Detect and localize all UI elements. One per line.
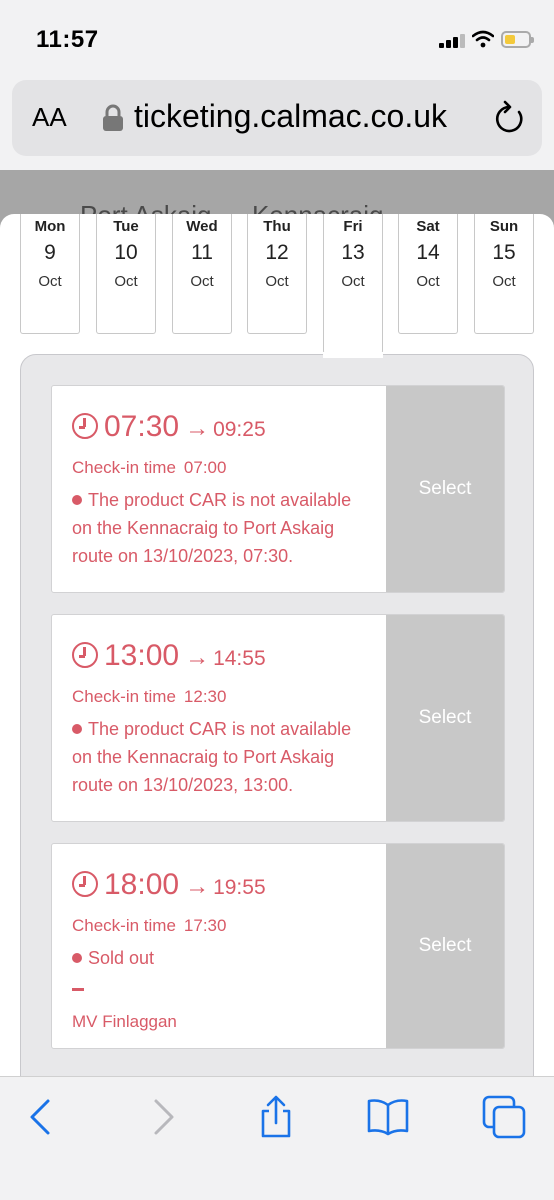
- checkin-time: 07:00: [183, 458, 227, 477]
- wifi-icon: [472, 30, 494, 48]
- day-tab-mon[interactable]: Mon 9 Oct: [20, 214, 80, 334]
- status-bar: 11:57: [0, 0, 554, 74]
- availability-message: Sold out: [72, 944, 372, 972]
- day-number: 13: [341, 241, 365, 264]
- cellular-signal-icon: [439, 34, 465, 48]
- message-text: The product CAR is not available on the …: [72, 719, 352, 795]
- availability-message: The product CAR is not available on the …: [72, 486, 372, 570]
- select-label: Select: [418, 707, 472, 728]
- day-month: Oct: [341, 273, 365, 290]
- checkin-info: Check-in time 07:00: [72, 458, 226, 478]
- day-tab-thu[interactable]: Thu 12 Oct: [247, 214, 307, 334]
- checkin-label: Check-in time: [72, 458, 176, 477]
- reload-icon[interactable]: [492, 98, 526, 136]
- day-tab-sat[interactable]: Sat 14 Oct: [398, 214, 458, 334]
- sailing-card: 18:00 → 19:55 Check-in time 17:30 Sold out …: [51, 843, 505, 1049]
- clock-icon: [72, 413, 98, 439]
- day-month: Oct: [416, 273, 440, 290]
- availability-message: The product CAR is not available on the …: [72, 715, 372, 799]
- day-month: Oct: [265, 273, 289, 290]
- checkin-label: Check-in time: [72, 687, 176, 706]
- day-number: 11: [191, 241, 213, 264]
- sailing-card: 13:00 → 14:55 Check-in time 12:30 The produ…: [51, 614, 505, 822]
- day-month: Oct: [114, 273, 138, 290]
- tabs-icon[interactable]: [482, 1095, 526, 1139]
- web-page: Port Askaig → Kennacraig Mon 9 Oct Tue 1…: [0, 170, 554, 1076]
- clock-icon: [72, 642, 98, 668]
- vessel-name: MV Finlaggan: [72, 1012, 177, 1031]
- dash-divider: [72, 988, 84, 991]
- day-selector: Mon 9 Oct Tue 10 Oct Wed 11 Oct Thu 12 O…: [0, 214, 554, 364]
- forward-icon[interactable]: [140, 1095, 184, 1139]
- checkin-info: Check-in time 12:30: [72, 687, 226, 707]
- select-button[interactable]: Select: [386, 615, 504, 821]
- arrow-icon: →: [185, 644, 210, 671]
- departure-time: 07:30: [104, 410, 180, 443]
- day-name: Sun: [489, 218, 519, 235]
- message-text: The product CAR is not available on the …: [72, 490, 352, 566]
- day-name: Sat: [416, 218, 440, 235]
- message-text: Sold out: [88, 948, 155, 968]
- select-button[interactable]: Select: [386, 844, 504, 1048]
- day-tab-tue[interactable]: Tue 10 Oct: [96, 214, 156, 334]
- checkin-time: 17:30: [183, 916, 227, 935]
- status-dot-icon: [72, 953, 82, 963]
- sailing-times: 07:30 → 09:25: [72, 410, 266, 444]
- arrival-time: 14:55: [213, 647, 266, 670]
- sailings-panel: 07:30 → 09:25 Check-in time 07:00 The produ…: [20, 354, 534, 1076]
- bookmarks-icon[interactable]: [366, 1095, 410, 1139]
- clock-icon: [72, 871, 98, 897]
- day-name: Thu: [263, 218, 291, 235]
- status-time: 11:57: [36, 26, 99, 53]
- checkin-info: Check-in time 17:30: [72, 916, 226, 936]
- sailing-times: 13:00 → 14:55: [72, 639, 266, 673]
- checkin-time: 12:30: [183, 687, 227, 706]
- day-name: Fri: [343, 218, 363, 235]
- url-text[interactable]: ticketing.calmac.co.uk: [134, 98, 447, 135]
- selected-tab-joiner: [323, 352, 383, 358]
- day-number: 14: [416, 241, 440, 264]
- address-bar[interactable]: AA ticketing.calmac.co.uk: [12, 80, 542, 156]
- day-tab-fri-selected[interactable]: Fri 13 Oct: [323, 214, 383, 354]
- checkin-label: Check-in time: [72, 916, 176, 935]
- day-name: Wed: [186, 218, 218, 235]
- share-icon[interactable]: [254, 1095, 298, 1139]
- arrow-icon: →: [185, 415, 210, 442]
- status-dot-icon: [72, 495, 82, 505]
- day-number: 12: [265, 241, 289, 264]
- status-dot-icon: [72, 724, 82, 734]
- day-number: 9: [44, 241, 56, 264]
- day-month: Oct: [492, 273, 516, 290]
- arrival-time: 09:25: [213, 418, 266, 441]
- select-label: Select: [418, 935, 472, 956]
- back-icon[interactable]: [20, 1095, 64, 1139]
- day-name: Mon: [34, 218, 66, 235]
- departure-time: 18:00: [104, 868, 180, 901]
- day-tab-wed[interactable]: Wed 11 Oct: [172, 214, 232, 334]
- battery-icon: [501, 31, 534, 48]
- sailing-card: 07:30 → 09:25 Check-in time 07:00 The produ…: [51, 385, 505, 593]
- day-number: 15: [492, 241, 516, 264]
- day-number: 10: [114, 241, 138, 264]
- departure-time: 13:00: [104, 639, 180, 672]
- select-label: Select: [418, 478, 472, 499]
- lock-icon: [103, 104, 123, 131]
- sailing-times: 18:00 → 19:55: [72, 868, 266, 902]
- day-month: Oct: [190, 273, 214, 290]
- day-month: Oct: [38, 273, 62, 290]
- reader-options-button[interactable]: AA: [32, 102, 67, 133]
- arrival-time: 19:55: [213, 876, 266, 899]
- browser-toolbar: [0, 1076, 554, 1200]
- arrow-icon: →: [185, 873, 210, 900]
- day-tab-sun[interactable]: Sun 15 Oct: [474, 214, 534, 334]
- day-name: Tue: [113, 218, 139, 235]
- select-button[interactable]: Select: [386, 386, 504, 592]
